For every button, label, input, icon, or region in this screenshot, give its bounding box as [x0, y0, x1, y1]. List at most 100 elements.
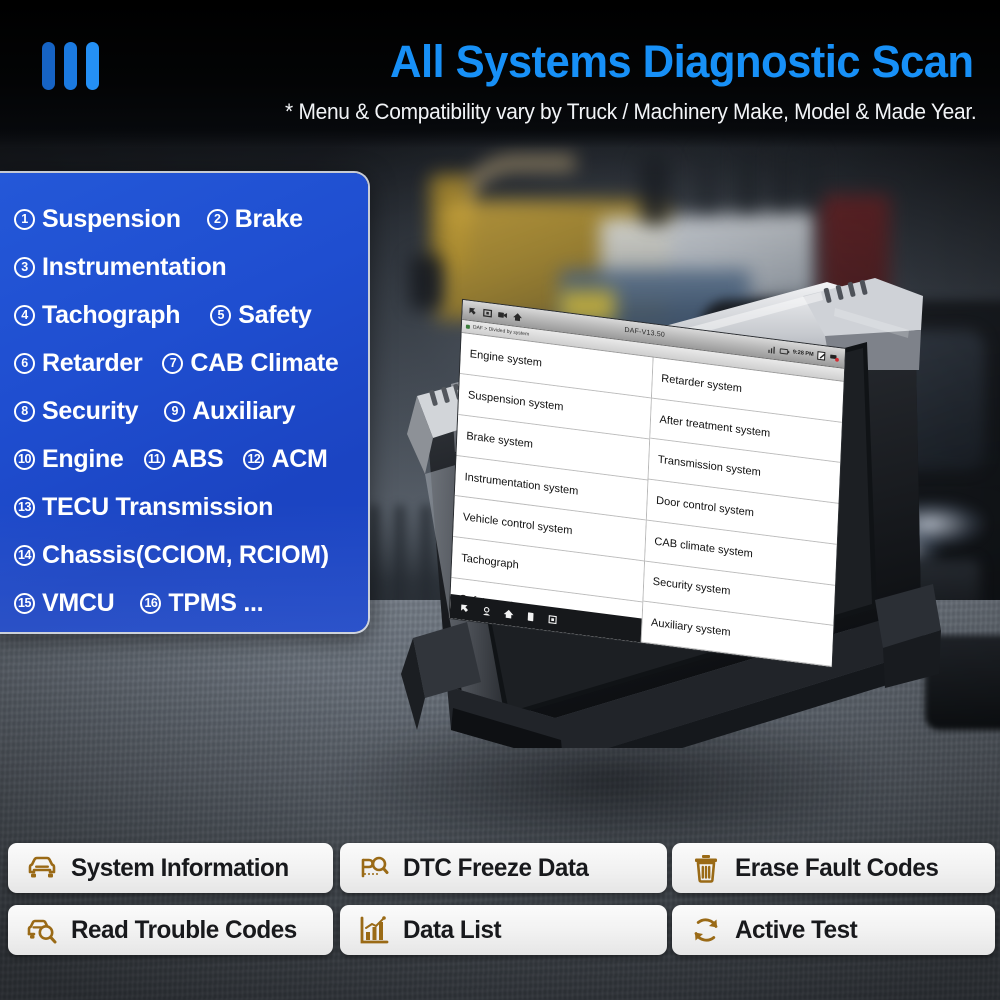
system-number-badge: 2: [206, 208, 228, 230]
system-item: 3 Instrumentation: [14, 252, 227, 282]
system-label: Suspension: [42, 204, 181, 233]
system-menu-left-column: Engine system Suspension system Brake sy…: [449, 333, 654, 643]
three-bars-logo: [42, 42, 99, 90]
system-item: 2 Brake: [206, 204, 303, 234]
system-item: 4 Tachograph: [14, 300, 181, 330]
system-label: Brake: [234, 204, 303, 233]
feature-read-trouble-codes[interactable]: Read Trouble Codes: [8, 905, 333, 955]
system-number-badge: 13: [14, 496, 35, 518]
refresh-icon: [694, 918, 718, 942]
page-title: All Systems Diagnostic Scan: [390, 36, 975, 87]
home-icon[interactable]: [512, 311, 522, 322]
back-icon[interactable]: [459, 602, 470, 614]
feature-label: Erase Fault Codes: [735, 853, 939, 882]
system-number-badge: 10: [14, 448, 35, 470]
system-menu-right-column: Retarder system After treatment system T…: [641, 357, 844, 667]
feature-active-test[interactable]: Active Test: [672, 905, 995, 955]
feature-erase-fault-codes[interactable]: Erase Fault Codes: [672, 843, 995, 893]
diagnostic-tablet: DAF-V13.50 9:28 PM DAF > Divided by syst…: [355, 278, 955, 748]
bar-chart-icon: [360, 916, 389, 944]
home-icon[interactable]: [503, 607, 514, 619]
tablet-screen: DAF-V13.50 9:28 PM DAF > Divided by syst…: [449, 300, 845, 667]
system-number-badge: 8: [14, 400, 35, 422]
trash-icon: [695, 855, 717, 883]
system-label: Instrumentation: [42, 252, 227, 281]
system-number-badge: 9: [164, 400, 186, 422]
status-bar-left-icons: [467, 305, 522, 322]
system-row: 14 Chassis(CCIOM, RCIOM): [14, 531, 354, 579]
feature-data-list[interactable]: Data List: [340, 905, 667, 955]
battery-icon: [779, 347, 790, 355]
system-item: 5 Safety: [210, 300, 312, 330]
system-label: Tachograph: [42, 300, 181, 329]
system-row: 4 Tachograph 5 Safety: [14, 291, 354, 339]
header-banner: All Systems Diagnostic Scan * Menu & Com…: [0, 0, 1000, 148]
system-row: 15 VMCU 16 TPMS ...: [14, 579, 354, 627]
feature-dtc-freeze-data[interactable]: DTC Freeze Data: [340, 843, 667, 893]
system-item: 1 Suspension: [14, 205, 181, 234]
help-icon[interactable]: [481, 604, 492, 616]
screenshot-icon[interactable]: [547, 613, 558, 625]
vci-icon[interactable]: [829, 351, 839, 362]
system-item: 12 ACM: [243, 444, 328, 474]
system-label: VMCU: [42, 588, 115, 617]
print-icon[interactable]: [525, 610, 536, 622]
car-front-icon: [28, 856, 56, 878]
feature-button-grid: System Information DTC Freeze Data Erase…: [0, 843, 1000, 963]
feature-label: Active Test: [735, 915, 858, 944]
system-number-badge: 7: [162, 352, 184, 374]
feature-label: Read Trouble Codes: [71, 915, 297, 944]
back-icon[interactable]: [467, 305, 477, 316]
system-item: 16 TPMS ...: [140, 588, 264, 618]
breadcrumb-marker-icon: [465, 324, 470, 330]
system-row: 3 Instrumentation: [14, 243, 354, 291]
system-number-badge: 12: [243, 448, 265, 470]
system-row: 10 Engine 11 ABS 12 ACM: [14, 435, 354, 483]
system-item: 13 TECU Transmission: [14, 493, 273, 522]
note-icon[interactable]: [816, 350, 826, 361]
system-label: Retarder: [42, 348, 143, 377]
system-item: 15 VMCU: [14, 588, 115, 618]
feature-label: DTC Freeze Data: [403, 853, 589, 882]
system-label: ABS: [171, 444, 224, 473]
system-label: Auxiliary: [192, 396, 296, 425]
system-number-badge: 1: [14, 208, 35, 230]
system-number-badge: 11: [143, 448, 165, 470]
system-item: 8 Security: [14, 396, 139, 426]
car-search-icon: [27, 919, 57, 944]
system-label: TPMS ...: [168, 588, 264, 617]
system-item: 10 Engine: [14, 445, 124, 474]
system-number-badge: 15: [14, 592, 35, 614]
system-number-badge: 4: [14, 304, 35, 326]
system-number-badge: 3: [14, 256, 35, 278]
system-row: 6 Retarder 7 CAB Climate: [14, 339, 354, 387]
system-number-badge: 16: [140, 592, 162, 614]
system-item: 7 CAB Climate: [162, 348, 339, 378]
system-label: TECU Transmission: [42, 492, 274, 521]
feature-system-information[interactable]: System Information: [8, 843, 333, 893]
system-row: 8 Security 9 Auxiliary: [14, 387, 354, 435]
record-icon[interactable]: [497, 309, 508, 320]
system-row: 1 Suspension 2 Brake: [14, 195, 354, 243]
system-label: ACM: [271, 444, 328, 473]
system-number-badge: 6: [14, 352, 35, 374]
screenshot-icon[interactable]: [482, 307, 493, 318]
clock: 9:28 PM: [792, 348, 814, 358]
system-number-badge: 14: [14, 544, 35, 566]
dtc-freeze-icon: [361, 856, 389, 878]
feature-label: Data List: [403, 915, 502, 944]
system-label: Safety: [238, 300, 312, 329]
system-label: Security: [42, 396, 139, 425]
system-label: CAB Climate: [190, 348, 339, 377]
system-row: 13 TECU Transmission: [14, 483, 354, 531]
system-label: Engine: [42, 444, 124, 473]
system-number-badge: 5: [210, 304, 232, 326]
system-item: 6 Retarder: [14, 348, 143, 378]
page-subtitle: * Menu & Compatibility vary by Truck / M…: [284, 99, 977, 124]
system-item: 14 Chassis(CCIOM, RCIOM): [14, 541, 329, 570]
system-label: Chassis(CCIOM, RCIOM): [42, 540, 329, 569]
system-item: 9 Auxiliary: [164, 397, 295, 426]
signal-icon: [768, 346, 776, 354]
feature-label: System Information: [71, 853, 289, 882]
system-item: 11 ABS: [143, 444, 224, 474]
